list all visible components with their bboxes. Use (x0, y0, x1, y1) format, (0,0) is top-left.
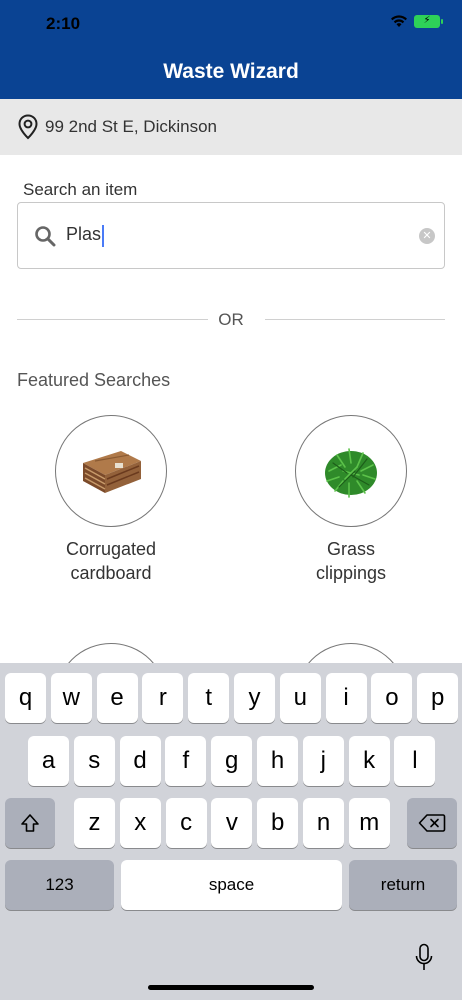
key-w[interactable]: w (50, 673, 92, 723)
featured-searches-title: Featured Searches (17, 370, 171, 390)
clear-search-button[interactable]: ✕ (419, 228, 435, 244)
grass-image (325, 448, 377, 498)
space-key[interactable]: space (121, 860, 342, 910)
backspace-icon (418, 814, 446, 832)
page-title: Waste Wizard (163, 60, 299, 83)
search-label: Search an item (23, 180, 138, 199)
key-o[interactable]: o (371, 673, 413, 723)
key-u[interactable]: u (279, 673, 321, 723)
featured-circle (55, 415, 167, 527)
featured-item-label: Grass clippings (315, 539, 387, 583)
location-bar[interactable]: 99 2nd St E, Dickinson (0, 99, 462, 155)
featured-circle (295, 415, 407, 527)
microphone-icon[interactable] (414, 943, 434, 973)
text-cursor (102, 224, 105, 247)
key-n[interactable]: n (303, 798, 344, 848)
key-m[interactable]: m (348, 798, 390, 848)
shift-key[interactable] (5, 798, 55, 848)
app-header: 2:10 ⚡ Waste Wizard (0, 0, 462, 99)
featured-item-grass[interactable]: Grass clippings (251, 415, 451, 585)
key-v[interactable]: v (211, 798, 253, 848)
featured-item-label: Corrugated cardboard (65, 539, 157, 583)
divider-right (265, 319, 445, 320)
search-value: Plas (66, 224, 105, 247)
key-k[interactable]: k (348, 736, 390, 786)
key-e[interactable]: e (96, 673, 138, 723)
onscreen-keyboard: 123 space return qwertyuiop asdfghjkl zxcv… (0, 663, 462, 1000)
search-icon (35, 225, 56, 246)
key-x[interactable]: x (119, 798, 161, 848)
status-icons: ⚡ (390, 14, 443, 28)
key-h[interactable]: h (257, 736, 298, 786)
or-divider-text: OR (218, 310, 244, 329)
key-z[interactable]: z (74, 798, 115, 848)
delete-key[interactable] (407, 798, 457, 848)
key-y[interactable]: y (234, 673, 275, 723)
search-input[interactable]: Plas ✕ (17, 202, 445, 269)
key-d[interactable]: d (119, 736, 161, 786)
key-b[interactable]: b (257, 798, 299, 848)
return-key[interactable]: return (349, 860, 457, 910)
key-r[interactable]: r (142, 673, 184, 723)
key-i[interactable]: i (325, 673, 367, 723)
status-time: 2:10 (46, 14, 81, 33)
battery-icon: ⚡ (414, 14, 443, 28)
shift-icon (21, 814, 39, 832)
key-t[interactable]: t (188, 673, 230, 723)
cardboard-image (83, 451, 141, 493)
key-l[interactable]: l (394, 736, 436, 786)
key-p[interactable]: p (417, 673, 459, 723)
location-address: 99 2nd St E, Dickinson (45, 117, 217, 136)
key-a[interactable]: a (28, 736, 69, 786)
featured-item-cardboard[interactable]: Corrugated cardboard (11, 415, 211, 585)
key-q[interactable]: q (5, 673, 46, 723)
key-f[interactable]: f (165, 736, 207, 786)
key-g[interactable]: g (211, 736, 253, 786)
key-s[interactable]: s (73, 736, 115, 786)
search-text: Plas (66, 224, 102, 245)
home-indicator[interactable] (148, 985, 314, 990)
numbers-key[interactable]: 123 (5, 860, 114, 910)
key-j[interactable]: j (302, 736, 344, 786)
location-pin-icon (18, 114, 38, 140)
wifi-icon (391, 15, 407, 27)
key-c[interactable]: c (165, 798, 207, 848)
